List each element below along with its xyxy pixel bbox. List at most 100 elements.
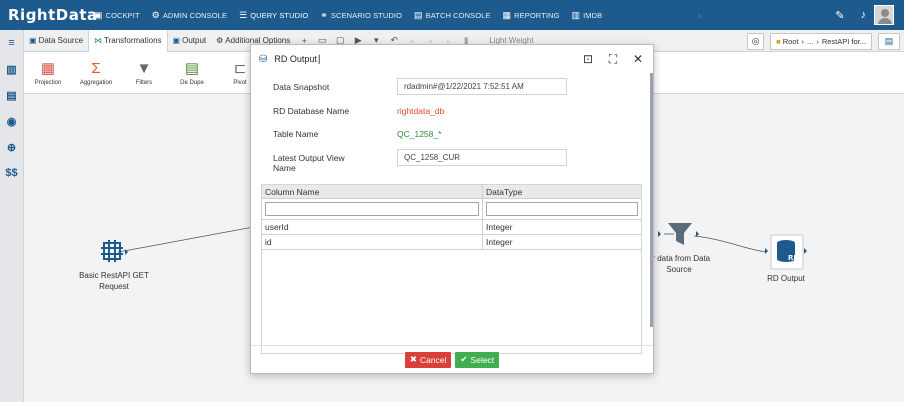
tab-data-source[interactable]: ▣ Data Source bbox=[24, 30, 88, 52]
app-logo: RightData bbox=[8, 6, 98, 24]
rd-output-node-icon: RD bbox=[765, 234, 807, 270]
close-icon: ✖ bbox=[409, 354, 417, 364]
dialog-scrollbar[interactable] bbox=[650, 73, 653, 327]
nav-item-label: ADMIN CONSOLE bbox=[162, 10, 228, 20]
grid-filter-row bbox=[262, 198, 641, 220]
tab-output[interactable]: ▣ Output bbox=[168, 30, 212, 52]
breadcrumb[interactable]: ■ Root › ... › RestAPI for... bbox=[770, 32, 872, 50]
nav-item-cockpit[interactable]: ▣ COCKPIT bbox=[88, 0, 146, 30]
notification-bell-icon[interactable]: ♪ bbox=[861, 9, 867, 21]
top-nav: RightData ▣ COCKPIT ⚙ ADMIN CONSOLE ☰ QUERY… bbox=[0, 0, 904, 30]
table-name-label: Table Name bbox=[273, 129, 319, 139]
column-name-filter-cell bbox=[262, 198, 483, 220]
tab-transformations[interactable]: ⋈ Transformations bbox=[88, 29, 168, 52]
nav-scroll-left-icon[interactable]: ‹ bbox=[585, 7, 590, 23]
transformations-icon: ⋈ bbox=[94, 36, 103, 45]
globe-icon[interactable]: ⊕ bbox=[0, 134, 23, 160]
connection-icon[interactable]: ✎ bbox=[835, 9, 844, 22]
nav-item-batch-console[interactable]: ▤ BATCH CONSOLE bbox=[408, 0, 497, 30]
nav-item-label: BATCH CONSOLE bbox=[425, 10, 491, 20]
folder-icon: ■ bbox=[776, 36, 781, 46]
data-source-icon: ▣ bbox=[29, 36, 37, 45]
nav-item-label: REPORTING bbox=[514, 10, 560, 20]
projection-button[interactable]: ▦ Projection bbox=[24, 52, 72, 94]
node-rd-output[interactable]: RD RD Output bbox=[756, 234, 816, 284]
compass-icon[interactable]: ◎ bbox=[747, 32, 765, 50]
menu-icon[interactable]: ≡ bbox=[0, 30, 23, 56]
cockpit-icon: ▣ bbox=[94, 9, 103, 20]
latest-view-label-line2: Name bbox=[273, 163, 296, 173]
nav-right-area: ✎ ♪ bbox=[827, 0, 904, 30]
db-name-value: rightdata_db bbox=[397, 106, 445, 116]
data-snapshot-label: Data Snapshot bbox=[273, 82, 330, 92]
close-icon[interactable]: ✕ bbox=[629, 51, 647, 67]
database-icon: ⛁ bbox=[259, 53, 268, 65]
admin-console-icon: ⚙ bbox=[151, 9, 160, 20]
table-cell: userId bbox=[262, 220, 483, 234]
node-label: RD Output bbox=[767, 274, 805, 283]
table-row[interactable]: userId Integer bbox=[262, 220, 641, 235]
column-name-filter-input[interactable] bbox=[265, 201, 479, 216]
pivot-icon: ⊏ bbox=[233, 60, 247, 77]
select-button[interactable]: ✔ Select bbox=[455, 351, 500, 368]
column-header[interactable]: Column Name bbox=[262, 185, 483, 198]
filter-icon: ▼ bbox=[136, 60, 152, 77]
grid-header: Column Name DataType bbox=[262, 185, 641, 199]
dialog-controls: ⊡ ⛶ ✕ bbox=[572, 51, 647, 67]
maximize-icon[interactable]: ⛶ bbox=[604, 51, 622, 67]
de-dupe-label: De Dupe bbox=[180, 80, 204, 86]
table-name-value: QC_1258_* bbox=[397, 129, 442, 139]
query-studio-icon: ☰ bbox=[239, 9, 248, 20]
breadcrumb-current[interactable]: RestAPI for... bbox=[822, 37, 866, 46]
aggregation-button[interactable]: Σ Aggregation bbox=[72, 52, 120, 94]
panel-toggle-icon[interactable]: ▤ bbox=[878, 32, 900, 50]
rd-output-dialog: ⛁ RD Output | ⊡ ⛶ ✕ Data Snapshot rdadmin… bbox=[250, 44, 654, 374]
datatype-filter-input[interactable] bbox=[486, 201, 638, 216]
dashboard-icon[interactable]: ▥ bbox=[0, 56, 23, 82]
check-icon: ✔ bbox=[460, 354, 468, 364]
filters-button[interactable]: ▼ Filters bbox=[120, 52, 168, 94]
tab-label: Data Source bbox=[38, 36, 84, 45]
nav-item-query-studio[interactable]: ☰ QUERY STUDIO bbox=[233, 0, 314, 30]
filter-node-icon bbox=[658, 223, 699, 245]
settings-icon[interactable]: ⊡ bbox=[579, 51, 597, 67]
nav-item-scenario-studio[interactable]: ⚭ SCENARIO STUDIO bbox=[314, 0, 408, 30]
table-cell: Integer bbox=[486, 222, 513, 232]
de-dupe-icon: ▤ bbox=[184, 60, 200, 77]
columns-grid: Column Name DataType userId Integer id I… bbox=[261, 184, 642, 354]
cancel-button[interactable]: ✖ Cancel bbox=[404, 351, 452, 368]
nav-scroll-right-icon[interactable]: › bbox=[697, 7, 702, 23]
breadcrumb-ellipsis[interactable]: ... bbox=[807, 37, 813, 46]
nav-item-reporting[interactable]: ▦ REPORTING bbox=[497, 0, 566, 30]
output-icon: ▣ bbox=[172, 36, 181, 45]
data-snapshot-field[interactable]: rdadmin#@1/22/2021 7:52:51 AM bbox=[397, 78, 567, 95]
node-basic-restapi[interactable]: Basic RestAPI GET Request bbox=[64, 240, 164, 292]
latest-view-label-line1: Latest Output View bbox=[273, 153, 345, 163]
dialog-header: ⛁ RD Output | ⊡ ⛶ ✕ bbox=[251, 45, 653, 73]
nav-item-admin-console[interactable]: ⚙ ADMIN CONSOLE bbox=[146, 0, 233, 30]
breadcrumb-area: ◎ ■ Root › ... › RestAPI for... ▤ bbox=[747, 30, 904, 52]
nav-item-label: SCENARIO STUDIO bbox=[330, 10, 403, 20]
scenario-studio-icon: ⚭ bbox=[320, 9, 328, 20]
sigma-icon: Σ bbox=[91, 60, 101, 77]
dialog-title: RD Output bbox=[274, 54, 317, 64]
dialog-footer: ✖ Cancel ✔ Select bbox=[251, 345, 653, 373]
dollar-icon[interactable]: $$ bbox=[0, 160, 23, 186]
breadcrumb-root[interactable]: Root bbox=[783, 37, 799, 46]
aggregation-label: Aggregation bbox=[79, 80, 113, 86]
projection-label: Projection bbox=[34, 80, 62, 86]
latest-view-label: Latest Output View Name bbox=[273, 153, 345, 173]
de-dupe-button[interactable]: ▤ De Dupe bbox=[168, 52, 216, 94]
node-label: Request bbox=[99, 282, 129, 291]
latest-view-field[interactable]: QC_1258_CUR bbox=[397, 149, 567, 166]
column-header[interactable]: DataType bbox=[483, 185, 641, 198]
pivot-label: Pivot bbox=[233, 80, 247, 86]
query-icon[interactable]: ▤ bbox=[0, 82, 23, 108]
datatype-filter-cell bbox=[483, 199, 641, 220]
filters-label: Filters bbox=[135, 80, 153, 86]
database-icon[interactable]: ◉ bbox=[0, 108, 23, 134]
text-cursor: | bbox=[317, 53, 321, 65]
avatar[interactable] bbox=[874, 5, 894, 25]
node-label: Basic RestAPI GET bbox=[79, 271, 149, 280]
table-row[interactable]: id Integer bbox=[262, 235, 641, 250]
